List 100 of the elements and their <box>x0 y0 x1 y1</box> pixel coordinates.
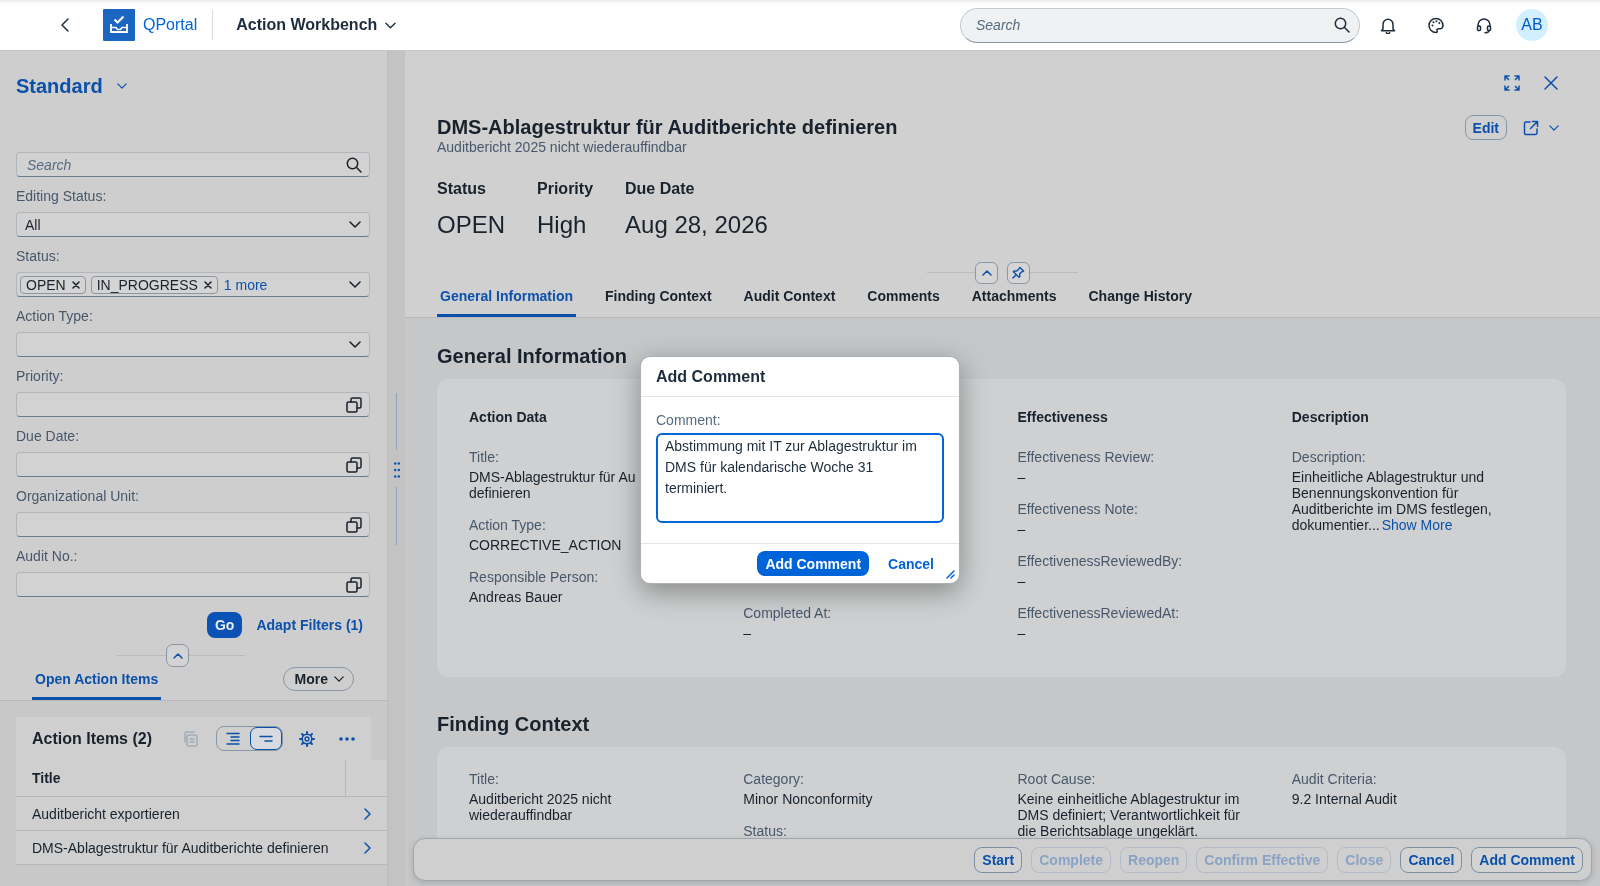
caret-down-icon <box>349 221 361 228</box>
table-row[interactable]: DMS-Ablagestruktur für Auditberichte definieren <box>16 831 387 865</box>
app-title-menu[interactable]: Action Workbench <box>236 16 397 34</box>
headset-icon[interactable] <box>1476 16 1492 34</box>
input-field[interactable] <box>16 392 370 417</box>
close-icon[interactable] <box>1544 76 1558 90</box>
stacked-squares-icon[interactable] <box>346 516 362 533</box>
comment-textarea[interactable]: Abstimmung mit IT zur Ablagestruktur im DMS für kalendarische Woche 31 terminiert. <box>656 433 944 523</box>
settings-icon[interactable] <box>299 730 315 747</box>
field-value: – <box>1017 469 1026 485</box>
field-label: EffectivenessReviewedAt: <box>1017 605 1180 621</box>
kpi-label: Due Date <box>625 178 695 199</box>
field-label: Effectiveness Note: <box>1017 501 1138 517</box>
palette-icon[interactable] <box>1428 16 1444 34</box>
section-title: General Information <box>437 344 629 368</box>
tab[interactable]: Comments <box>864 283 943 317</box>
stacked-squares-icon[interactable] <box>346 396 362 413</box>
search-field[interactable]: Search <box>16 152 370 177</box>
section-title: Finding Context <box>437 712 591 736</box>
object-subtitle: Auditbericht 2025 nicht wiederauffindbar <box>437 139 688 155</box>
tab[interactable]: Attachments <box>968 283 1060 317</box>
caret-down-icon <box>349 341 361 348</box>
share-icon[interactable] <box>1523 119 1539 136</box>
chevron-right-icon <box>364 841 371 854</box>
dropdown-field[interactable]: All <box>16 212 370 237</box>
adapt-filters-link[interactable]: Adapt Filters (1) <box>256 617 363 633</box>
table-cell: Auditbericht exportieren <box>32 805 180 822</box>
stacked-squares-icon[interactable] <box>346 456 362 473</box>
chevron-up-icon <box>172 652 183 659</box>
group-title: Description <box>1291 409 1369 426</box>
field-value: – <box>1017 573 1026 589</box>
search-icon[interactable] <box>1334 17 1350 33</box>
field-label: EffectivenessReviewedBy: <box>1017 553 1183 569</box>
object-title: DMS-Ablagestruktur für Auditberichte definieren <box>437 115 898 139</box>
column-header[interactable]: Title <box>16 760 345 796</box>
tab[interactable]: Audit Context <box>740 283 839 317</box>
field-label: Organizational Unit: <box>16 488 140 504</box>
more-options-icon[interactable] <box>339 736 355 741</box>
field-label: Comment: <box>656 412 721 428</box>
field-value: DMS-Ablagestruktur für Au definieren <box>469 469 636 501</box>
go-button[interactable]: Go <box>206 612 243 638</box>
outdent-lines-icon <box>257 734 274 743</box>
field-label: Status: <box>743 822 787 839</box>
pin-button[interactable] <box>1007 261 1030 284</box>
field-value: – <box>743 625 752 641</box>
kpi-label: Status <box>437 178 486 199</box>
logo-icon[interactable] <box>103 9 135 41</box>
input-field[interactable] <box>16 452 370 477</box>
cancel-button[interactable]: Cancel <box>878 551 944 576</box>
indent-lines-icon <box>225 732 242 745</box>
grip-icon[interactable] <box>393 462 400 478</box>
table-cell: DMS-Ablagestruktur für Auditberichte definieren <box>32 839 329 856</box>
field-value: Keine einheitliche Ablagestruktur im DMS definiert; Verantwortlichkeit für die Berichtsablage ungeklärt. <box>1017 790 1242 839</box>
group-title: Effectiveness <box>1017 409 1108 426</box>
footer-action-button[interactable]: Start <box>974 846 1023 873</box>
caret-down-icon <box>1549 124 1559 131</box>
caret-down-icon <box>349 281 361 288</box>
variant-selector[interactable]: Standard <box>16 73 127 99</box>
dialog-title: Add Comment <box>656 367 766 386</box>
add-comment-button[interactable]: Add Comment <box>757 551 870 576</box>
token[interactable]: IN_PROGRESS <box>90 275 218 294</box>
field-label: Audit Criteria: <box>1291 770 1377 787</box>
resize-grip-icon[interactable] <box>946 570 955 579</box>
input-field[interactable] <box>16 572 370 597</box>
field-label: Status: <box>16 248 61 264</box>
footer-action-button[interactable]: Add Comment <box>1471 846 1583 873</box>
dropdown-field[interactable] <box>16 332 370 357</box>
stacked-squares-icon[interactable] <box>346 576 362 593</box>
field-label: Completed At: <box>743 605 832 621</box>
close-icon[interactable] <box>71 280 80 289</box>
field-value: 9.2 Internal Audit <box>1291 790 1397 807</box>
more-tokens-link[interactable]: 1 more <box>223 276 268 293</box>
view-mode-button[interactable] <box>249 727 282 750</box>
fullscreen-icon[interactable] <box>1504 75 1520 91</box>
search-field[interactable]: Search <box>960 7 1360 43</box>
field-label: Action Type: <box>16 308 94 324</box>
field-value: CORRECTIVE_ACTION <box>469 537 622 553</box>
edit-button[interactable]: Edit <box>1464 115 1507 140</box>
field-label: Effectiveness Review: <box>1017 449 1155 465</box>
field-label: Due Date: <box>16 428 81 444</box>
token[interactable]: OPEN <box>20 275 86 294</box>
tab[interactable]: Finding Context <box>602 283 715 317</box>
tab[interactable]: Change History <box>1085 283 1195 317</box>
back-icon[interactable] <box>61 18 69 32</box>
close-icon[interactable] <box>203 280 212 289</box>
show-more-link[interactable]: Show More <box>1381 517 1453 533</box>
tab[interactable]: General Information <box>437 283 577 317</box>
field-label: Editing Status: <box>16 188 108 204</box>
bell-icon[interactable] <box>1380 16 1396 34</box>
group-title: Action Data <box>469 409 547 426</box>
brand-name[interactable]: QPortal <box>143 16 198 34</box>
avatar[interactable]: AB <box>1516 9 1548 41</box>
kpi-value: High <box>537 211 587 239</box>
caret-down-icon <box>385 21 397 29</box>
input-field[interactable] <box>16 512 370 537</box>
search-icon[interactable] <box>346 156 362 173</box>
table-row[interactable]: Auditbericht exportieren <box>16 797 387 831</box>
token-field[interactable]: OPEN IN_PROGRESS 1 more <box>16 272 370 297</box>
footer-action-button[interactable]: Cancel <box>1400 846 1463 873</box>
field-value: Einheitliche Ablagestruktur und Benennungskonvention für Auditberichte im DMS festlegen, dokumentier...Show More <box>1291 469 1493 533</box>
